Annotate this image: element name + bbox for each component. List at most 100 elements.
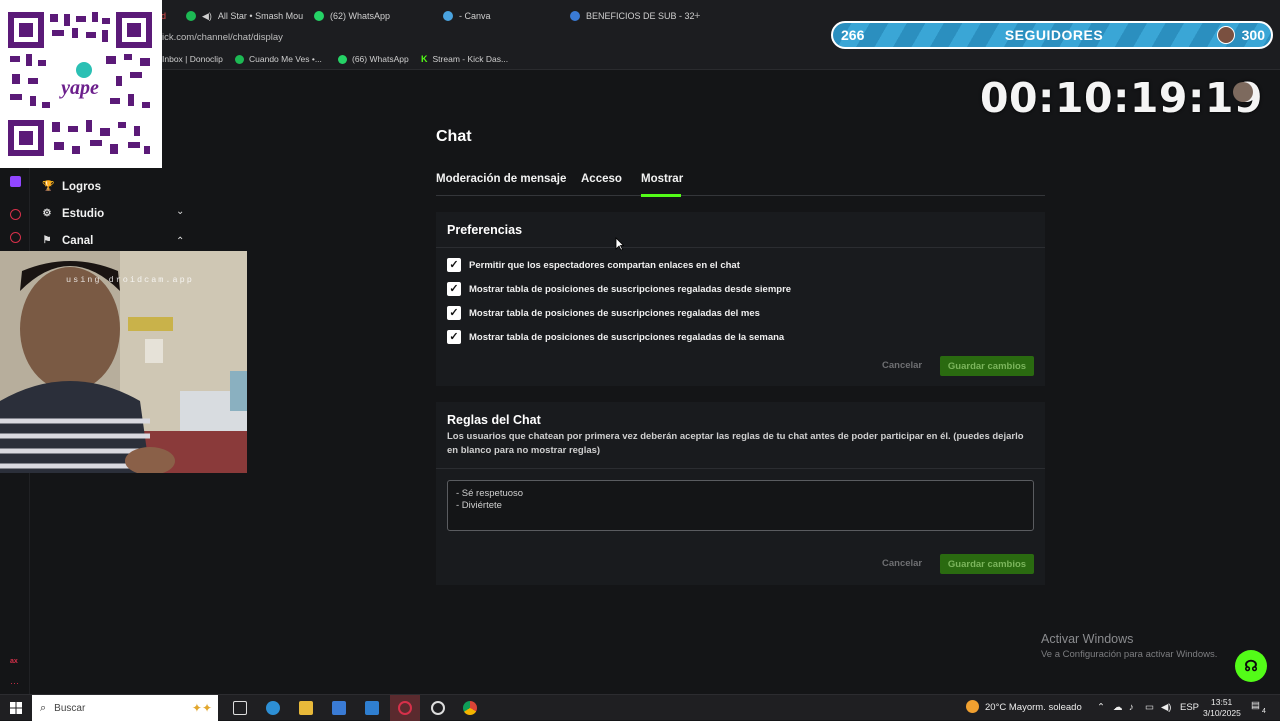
option-allow-links[interactable]: ✓ Permitir que los espectadores comparta… <box>447 258 740 272</box>
tab-label: (62) WhatsApp <box>330 11 391 21</box>
bookmark[interactable]: Cuando Me Ves •... <box>235 54 322 64</box>
bookmark-label: Inbox | Donoclip <box>162 54 223 64</box>
option-leaderboard-alltime[interactable]: ✓ Mostrar tabla de posiciones de suscrip… <box>447 282 791 296</box>
rules-title: Reglas del Chat <box>447 413 541 427</box>
sidebar-item-logros[interactable]: 🏆 Logros <box>42 177 101 197</box>
trophy-icon: 🏆 <box>42 181 55 192</box>
mail-icon[interactable] <box>365 701 379 715</box>
bookmark[interactable]: Inbox | Donoclip <box>162 54 223 64</box>
option-label: Mostrar tabla de posiciones de suscripci… <box>469 307 760 319</box>
spotify-icon <box>186 11 196 21</box>
weather-icon[interactable] <box>966 700 979 713</box>
clock-icon[interactable] <box>10 232 21 243</box>
whatsapp-icon <box>314 11 324 21</box>
cloud-icon[interactable]: ☁ <box>1113 702 1123 713</box>
obs-icon[interactable] <box>431 701 445 715</box>
rules-line: - Diviértete <box>456 500 502 511</box>
stream-timer: 00:10:19:19 <box>980 74 1263 122</box>
browser-tab[interactable]: BENEFICIOS DE SUB - 32 <box>570 6 695 26</box>
checkbox-checked-icon[interactable]: ✓ <box>447 258 461 272</box>
chrome-icon[interactable] <box>463 701 477 715</box>
bookmark-label: (66) WhatsApp <box>352 54 409 64</box>
sidebar-item-estudio[interactable]: ⚙ Estudio <box>42 204 105 224</box>
browser-tab[interactable]: (62) WhatsApp <box>314 6 390 26</box>
bookmark[interactable]: K Stream - Kick Das... <box>421 54 508 64</box>
studio-icon: ⚙ <box>42 208 52 219</box>
url-text: ick.com/channel/chat/display <box>162 32 283 43</box>
tab-mostrar[interactable]: Mostrar <box>641 173 683 185</box>
followers-goal: 300 <box>1241 27 1265 43</box>
recording-app-icon[interactable] <box>398 701 412 715</box>
edge-icon[interactable] <box>266 701 280 715</box>
avatar <box>1217 26 1235 44</box>
cancel-button[interactable]: Cancelar <box>882 558 922 569</box>
chrome-icon <box>570 11 580 21</box>
file-explorer-icon[interactable] <box>299 701 313 715</box>
clock-date[interactable]: 3/10/2025 <box>1203 708 1241 718</box>
network-icon[interactable]: ▭ <box>1145 702 1154 713</box>
whatsapp-icon <box>338 54 347 64</box>
yape-qr-code: yape <box>0 0 162 168</box>
sparkle-icon: ✦✦ <box>191 701 212 715</box>
activate-subtitle: Ve a Configuración para activar Windows. <box>1041 649 1218 660</box>
taskbar-search[interactable]: ⌕ Buscar ✦✦ <box>32 695 218 721</box>
mouse-cursor-icon <box>615 237 624 251</box>
new-tab-button[interactable]: + <box>694 6 700 26</box>
youtube-icon[interactable] <box>10 209 21 220</box>
tab-acceso[interactable]: Acceso <box>581 173 622 185</box>
rules-textarea[interactable]: - Sé respetuoso - Diviértete <box>447 480 1034 531</box>
sidebar-item-canal[interactable]: ⚑ Canal <box>42 231 94 251</box>
option-leaderboard-week[interactable]: ✓ Mostrar tabla de posiciones de suscrip… <box>447 330 784 344</box>
channel-icon: ⚑ <box>42 235 52 246</box>
bookmarks-bar: Inbox | Donoclip Cuando Me Ves •... (66)… <box>0 48 1280 70</box>
bookmark-label: Stream - Kick Das... <box>432 54 509 64</box>
notification-count: 4 <box>1262 708 1266 715</box>
search-icon: ⌕ <box>40 701 47 714</box>
task-view-icon[interactable] <box>233 701 247 715</box>
chevron-down-icon[interactable]: ⌄ <box>176 206 184 217</box>
sidebar-item-label: Canal <box>62 235 94 247</box>
notification-icon[interactable]: ▤ <box>1251 700 1260 711</box>
bookmark[interactable]: (66) WhatsApp <box>338 54 409 64</box>
chevron-up-icon[interactable]: ⌃ <box>1097 702 1105 713</box>
activate-title: Activar Windows <box>1041 632 1134 646</box>
clock-time[interactable]: 13:51 <box>1211 697 1232 707</box>
tabs-divider <box>436 195 1045 196</box>
option-label: Permitir que los espectadores compartan … <box>469 259 740 271</box>
webcam-watermark: using droidcam.app <box>66 275 194 285</box>
tab-label: - Canva <box>459 11 491 21</box>
support-chat-icon[interactable]: ☊ <box>1235 650 1267 682</box>
option-leaderboard-month[interactable]: ✓ Mostrar tabla de posiciones de suscrip… <box>447 306 760 320</box>
rules-description: Los usuarios que chatean por primera vez… <box>447 431 1024 456</box>
cancel-button[interactable]: Cancelar <box>882 360 922 371</box>
checkbox-checked-icon[interactable]: ✓ <box>447 330 461 344</box>
browser-tab[interactable]: - Canva <box>443 6 491 26</box>
tab-moderacion[interactable]: Moderación de mensaje <box>436 173 566 185</box>
windows-start-icon[interactable] <box>10 702 22 714</box>
option-label: Mostrar tabla de posiciones de suscripci… <box>469 283 792 295</box>
language-indicator[interactable]: ESP <box>1180 702 1199 713</box>
checkbox-checked-icon[interactable]: ✓ <box>447 282 461 296</box>
qr-code-icon: yape <box>6 10 154 158</box>
windows-taskbar: ⌕ Buscar ✦✦ 20°C Mayorm. soleado ⌃ ☁ ♪ ▭… <box>0 694 1280 721</box>
microphone-icon[interactable]: ♪ <box>1129 702 1134 713</box>
save-button[interactable]: Guardar cambios <box>940 554 1034 574</box>
rules-line: - Sé respetuoso <box>456 488 524 499</box>
checkbox-checked-icon[interactable]: ✓ <box>447 306 461 320</box>
spotify-icon <box>235 54 244 64</box>
search-placeholder: Buscar <box>54 702 86 714</box>
more-icon[interactable]: ··· <box>10 678 21 689</box>
followers-label: SEGUIDORES <box>1004 27 1104 43</box>
divider <box>436 468 1045 469</box>
ax-icon[interactable]: ax <box>10 658 21 669</box>
page-title: Chat <box>436 128 472 145</box>
save-button[interactable]: Guardar cambios <box>940 356 1034 376</box>
browser-tab[interactable]: ◀) All Star • Smash Mou <box>186 6 303 26</box>
volume-icon[interactable]: ◀) <box>1161 702 1171 713</box>
twitch-icon[interactable] <box>10 176 21 187</box>
webcam-feed: using droidcam.app <box>0 251 247 473</box>
store-icon[interactable] <box>332 701 346 715</box>
weather-text[interactable]: 20°C Mayorm. soleado <box>985 702 1082 713</box>
chevron-up-icon[interactable]: ⌃ <box>176 236 184 247</box>
activate-windows-watermark: Activar Windows Ve a Configuración para … <box>1041 632 1217 660</box>
